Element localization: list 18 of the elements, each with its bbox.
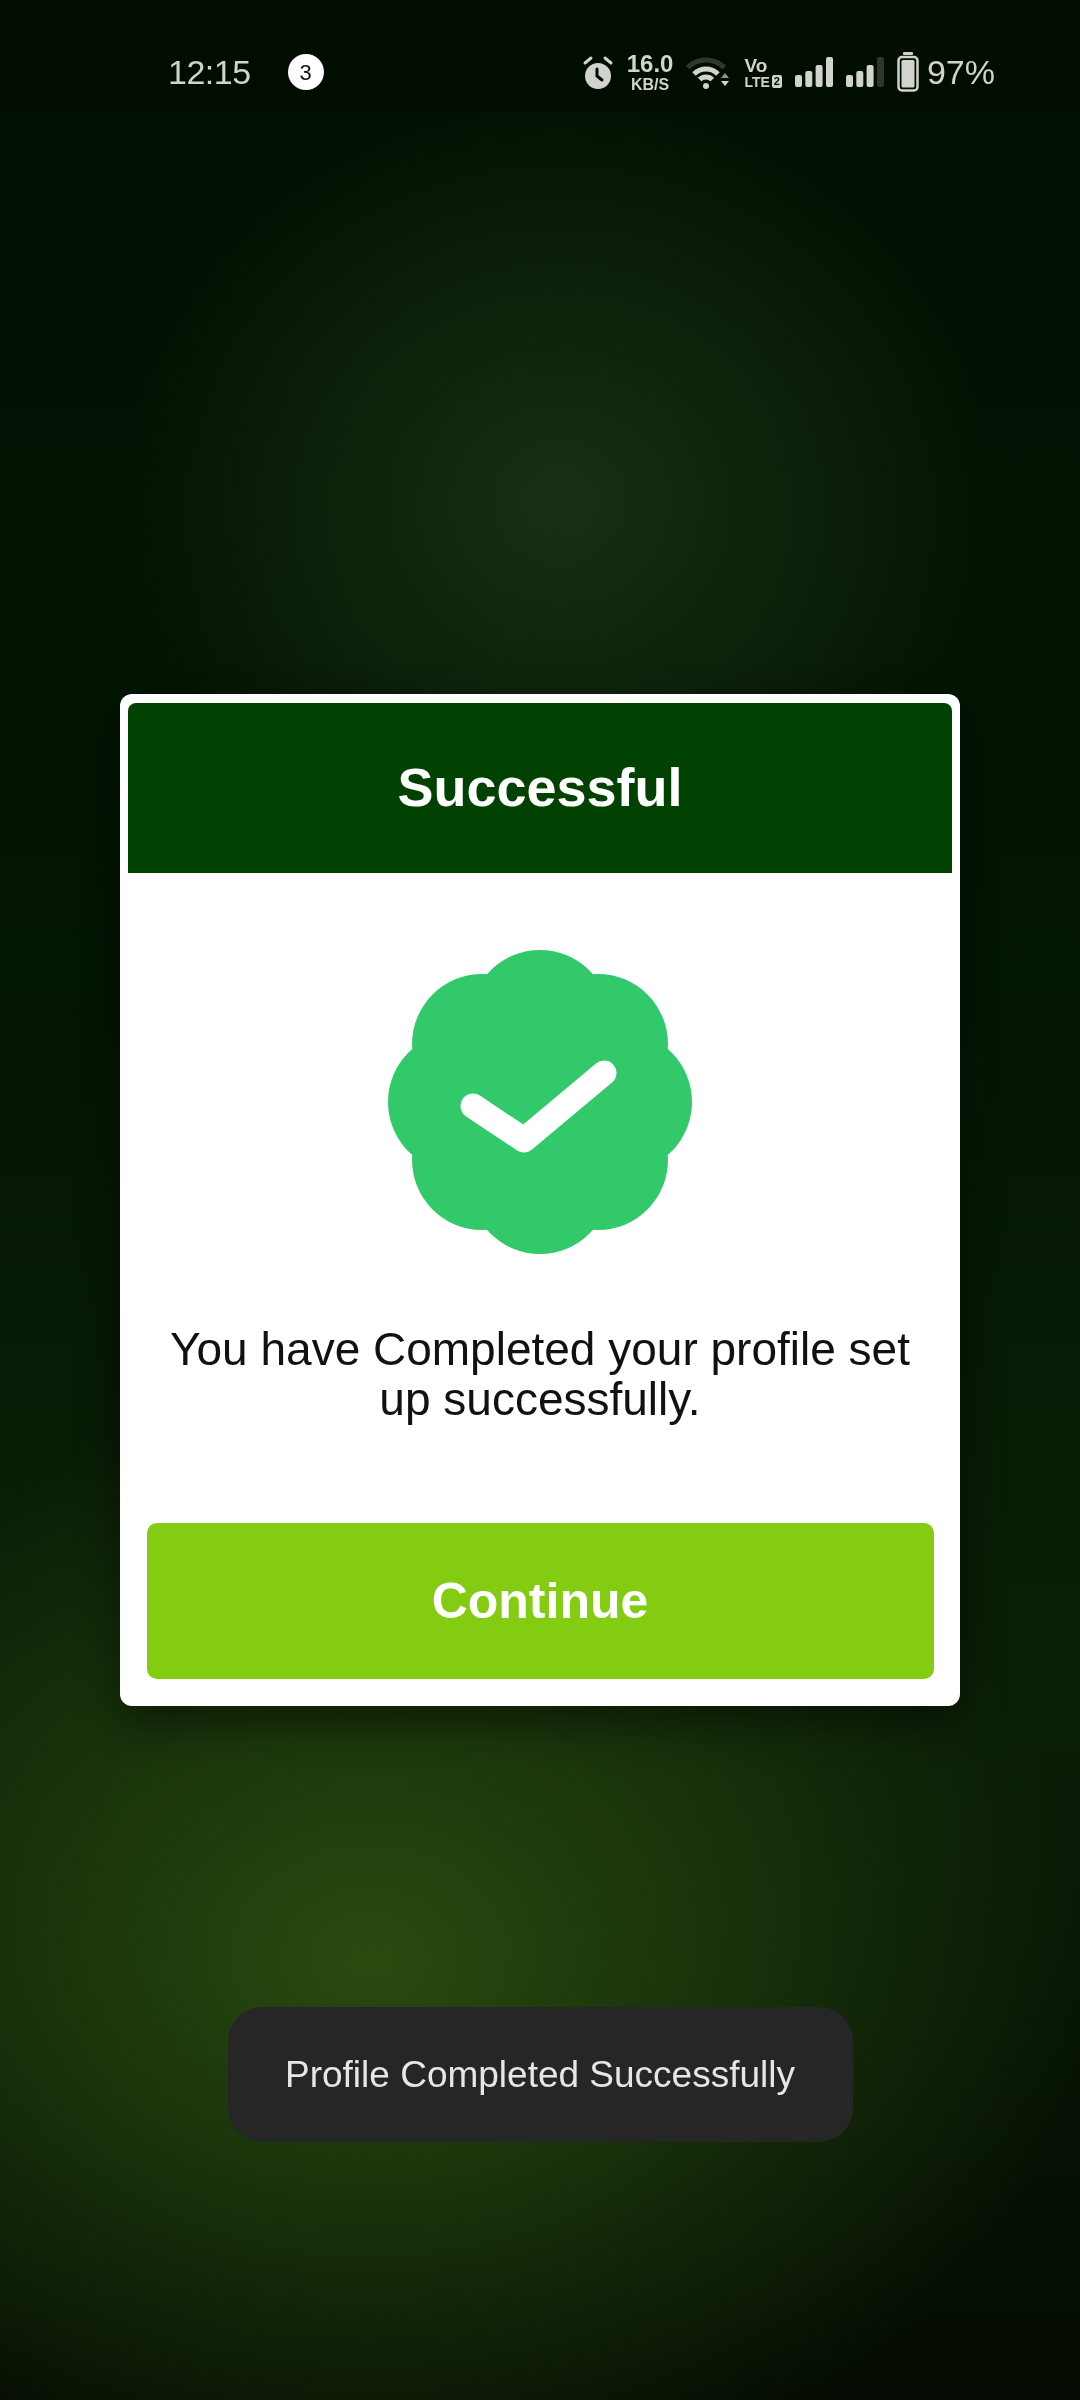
dialog-message: You have Completed your profile set up successfully.: [169, 1324, 911, 1424]
battery-icon: [896, 52, 919, 92]
notification-count: 3: [287, 54, 324, 90]
dialog-title: Successful: [397, 758, 683, 818]
sim-number: 2: [771, 75, 782, 88]
lte-label: LTE: [744, 74, 770, 89]
alarm-clock-icon: [581, 54, 614, 90]
continue-button[interactable]: Continue: [146, 1523, 934, 1679]
battery-percent: 97%: [926, 55, 995, 89]
signal-icon: [845, 57, 884, 87]
signal-icon: [794, 57, 833, 87]
wifi-icon: [686, 55, 732, 89]
network-speed-unit: KB/S: [630, 76, 670, 93]
status-time: 12:15: [168, 55, 251, 89]
toast-message: Profile Completed Successfully: [227, 2007, 853, 2142]
network-speed: 16.0: [626, 51, 674, 76]
volte-label: Vo: [744, 55, 769, 75]
check-badge-icon: [388, 949, 692, 1255]
